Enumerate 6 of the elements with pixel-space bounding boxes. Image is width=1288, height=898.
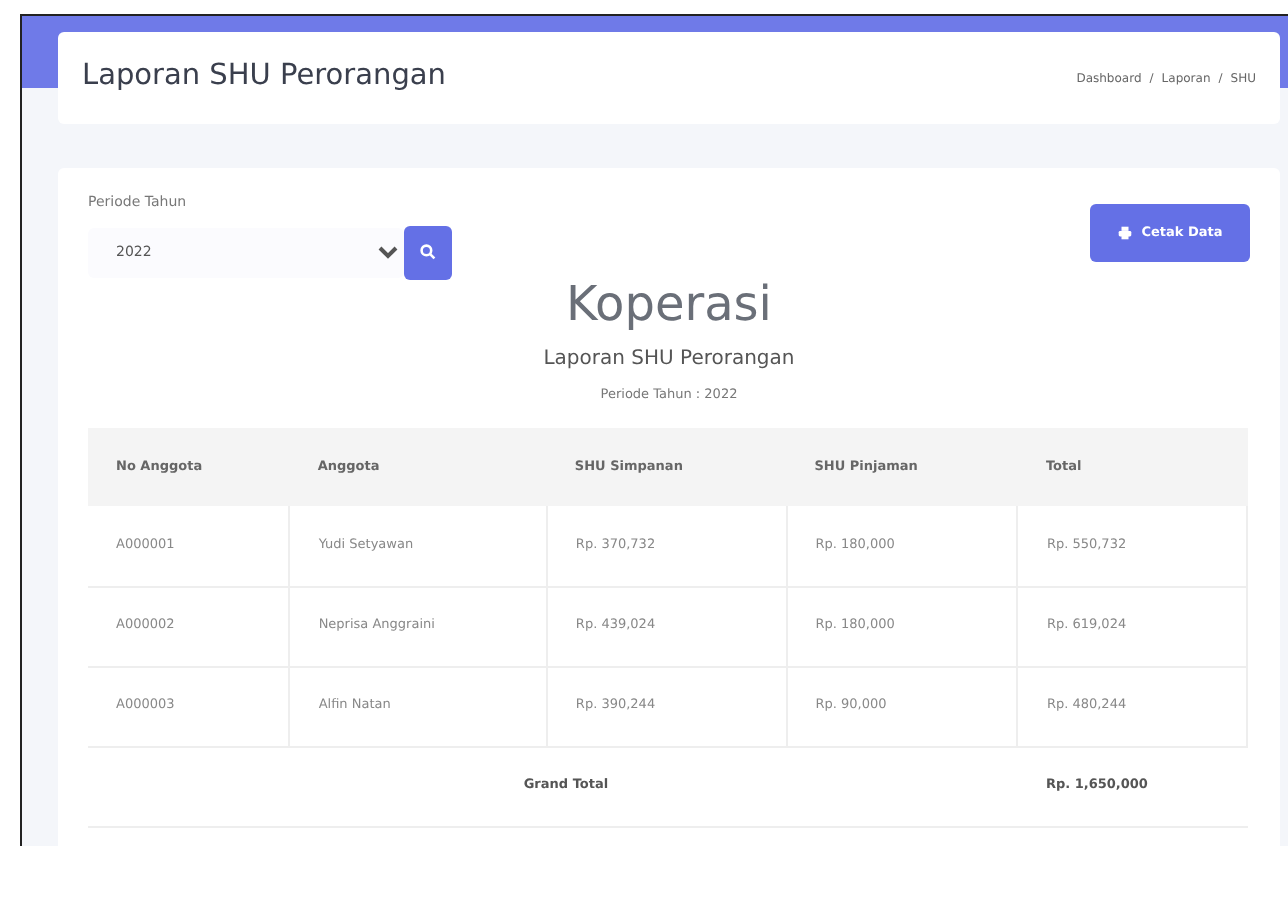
- printer-icon: [1117, 226, 1132, 240]
- report-subtitle: Laporan SHU Perorangan: [541, 345, 797, 373]
- search-icon: [420, 244, 436, 260]
- page-title: Laporan SHU Perorangan: [82, 58, 446, 97]
- search-button[interactable]: [404, 225, 452, 279]
- report-heading: Koperasi: [564, 279, 774, 327]
